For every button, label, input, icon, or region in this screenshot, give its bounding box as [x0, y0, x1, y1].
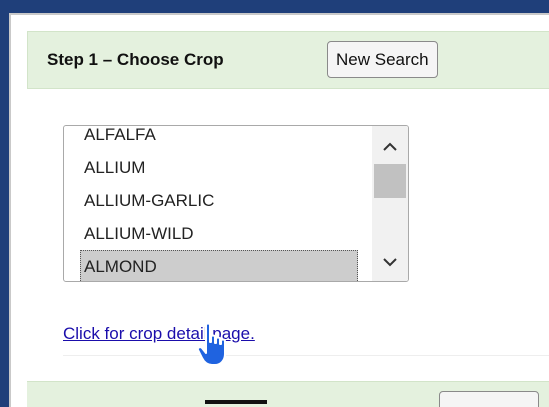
step-1-title: Step 1 – Choose Crop — [47, 50, 224, 69]
crop-option-alfalfa[interactable]: ALFALFA — [80, 126, 358, 151]
crop-option-almond[interactable]: ALMOND — [80, 250, 358, 281]
crop-options-list: ALFALFA ALLIUM ALLIUM-GARLIC ALLIUM-WILD… — [80, 126, 358, 281]
scroll-thumb[interactable] — [374, 164, 406, 198]
crop-option-allium-wild[interactable]: ALLIUM-WILD — [80, 217, 358, 250]
step-2-button[interactable] — [439, 391, 539, 407]
scroll-up-button[interactable] — [372, 134, 408, 162]
crop-option-allium-garlic[interactable]: ALLIUM-GARLIC — [80, 184, 358, 217]
chevron-down-icon — [383, 258, 397, 267]
dark-strip — [205, 400, 267, 404]
listbox-scrollbar[interactable] — [372, 126, 408, 281]
browser-frame: Step 1 – Choose Crop New Search ALFALFA … — [9, 13, 549, 407]
crop-option-allium[interactable]: ALLIUM — [80, 151, 358, 184]
section-divider — [63, 355, 549, 356]
scroll-down-button[interactable] — [372, 249, 408, 277]
hand-pointer-icon — [196, 322, 226, 366]
page-content: Step 1 – Choose Crop New Search ALFALFA … — [11, 15, 549, 407]
crop-listbox[interactable]: ALFALFA ALLIUM ALLIUM-GARLIC ALLIUM-WILD… — [63, 125, 409, 282]
new-search-button[interactable]: New Search — [327, 41, 438, 78]
chevron-up-icon — [383, 142, 397, 151]
